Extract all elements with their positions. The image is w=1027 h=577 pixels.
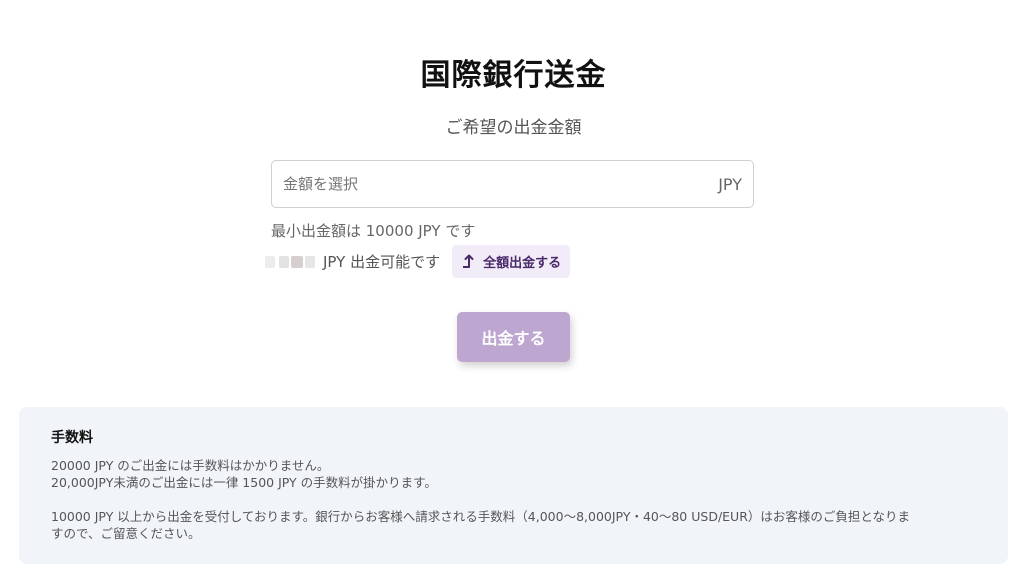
available-balance-row: JPY 出金可能です 全額出金する xyxy=(265,244,571,278)
withdraw-submit-button[interactable]: 出金する xyxy=(457,312,570,362)
fee-line-2: 20,000JPY未満のご出金には一律 1500 JPY の手数料が掛かります。 xyxy=(51,475,437,490)
fee-line-1: 20000 JPY のご出金には手数料はかかりません。 xyxy=(51,458,330,473)
available-amount-redacted xyxy=(265,250,317,272)
fee-line-4: すので、ご留意ください。 xyxy=(51,526,201,541)
withdrawal-page: 国際銀行送金 ご希望の出金金額 JPY 最小出金額は 10000 JPY です … xyxy=(0,0,1027,577)
currency-label: JPY xyxy=(718,175,742,194)
amount-input[interactable] xyxy=(283,161,683,207)
arrow-up-icon xyxy=(463,254,474,268)
available-balance-text: JPY 出金可能です xyxy=(323,252,441,271)
page-title: 国際銀行送金 xyxy=(420,58,607,93)
amount-field[interactable]: JPY xyxy=(271,160,754,208)
withdraw-all-label: 全額出金する xyxy=(483,255,562,271)
withdraw-all-button[interactable]: 全額出金する xyxy=(452,244,571,278)
minimum-amount-note: 最小出金額は 10000 JPY です xyxy=(271,222,476,240)
fee-title: 手数料 xyxy=(51,430,93,446)
fee-info-box: 手数料 20000 JPY のご出金には手数料はかかりません。 20,000JP… xyxy=(19,407,1008,564)
page-subtitle: ご希望の出金金額 xyxy=(445,118,582,138)
fee-line-3: 10000 JPY 以上から出金を受付しております。銀行からお客様へ請求される手… xyxy=(51,509,911,524)
